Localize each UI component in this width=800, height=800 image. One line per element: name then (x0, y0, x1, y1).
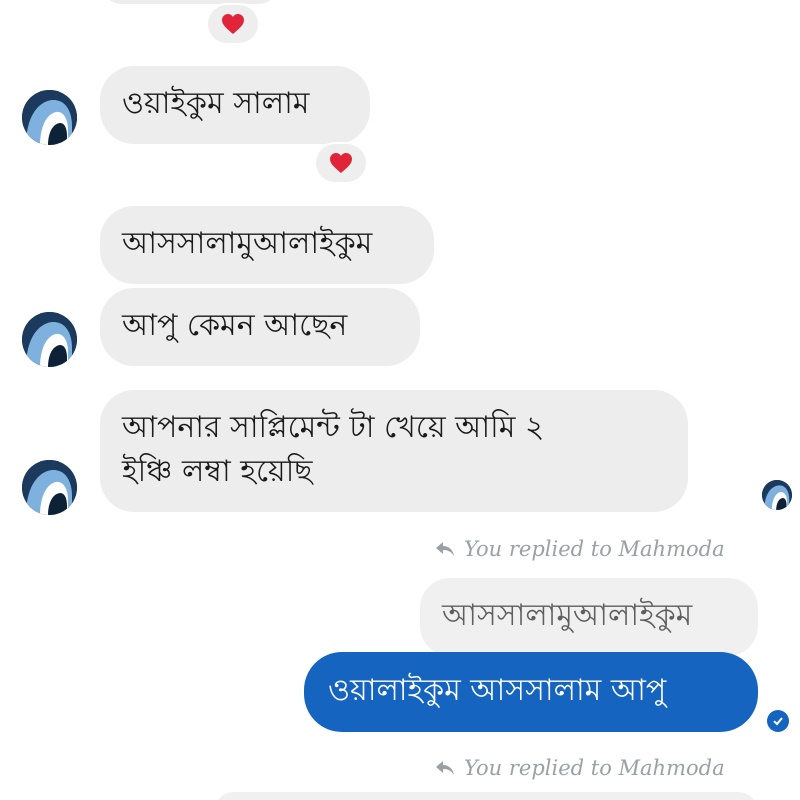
message-text: ওয়াইকুম সালাম (122, 86, 310, 121)
reply-note-text: You replied to Mahmoda (464, 537, 725, 561)
check-icon (773, 717, 783, 726)
quoted-message-bubble-partial[interactable] (214, 792, 758, 800)
quoted-message-bubble[interactable]: আসসালামুআলাইকুম (420, 578, 758, 656)
message-bubble[interactable]: আপনার সাপ্লিমেন্ট টা খেয়ে আমি ২ ইঞ্চি ল… (100, 390, 688, 512)
reply-note: You replied to Mahmoda (434, 756, 725, 780)
heart-icon (330, 153, 352, 173)
quoted-message-text: আসসালামুআলাইকুম (442, 598, 693, 633)
message-text: আসসালামুআলাইকুম (122, 226, 373, 261)
reply-note-text: You replied to Mahmoda (464, 756, 725, 780)
heart-icon (222, 14, 244, 34)
message-text-line: আপনার সাপ্লিমেন্ট টা খেয়ে আমি ২ (122, 410, 545, 445)
reaction-badge[interactable] (208, 5, 258, 43)
message-bubble[interactable]: আপু কেমন আছেন (100, 288, 420, 366)
message-bubble[interactable]: ওয়াইকুম সালাম (100, 66, 370, 144)
sent-status-icon (767, 710, 789, 732)
message-text-line: ইঞ্চি লম্বা হয়েছি (122, 454, 313, 489)
reply-arrow-icon (436, 542, 454, 556)
reply-note: You replied to Mahmoda (434, 537, 725, 561)
message-bubble-partial[interactable] (100, 0, 280, 4)
contact-avatar[interactable] (22, 312, 77, 367)
reaction-badge[interactable] (316, 144, 366, 182)
outgoing-message-text: ওয়ালাইকুম আসসালাম আপু (328, 673, 667, 708)
seen-avatar (762, 480, 792, 510)
contact-avatar[interactable] (22, 90, 77, 145)
message-bubble[interactable]: আসসালামুআলাইকুম (100, 206, 434, 284)
message-text: আপু কেমন আছেন (122, 308, 348, 343)
outgoing-message-bubble[interactable]: ওয়ালাইকুম আসসালাম আপু (304, 652, 758, 732)
reply-arrow-icon (436, 761, 454, 775)
contact-avatar[interactable] (22, 460, 77, 515)
